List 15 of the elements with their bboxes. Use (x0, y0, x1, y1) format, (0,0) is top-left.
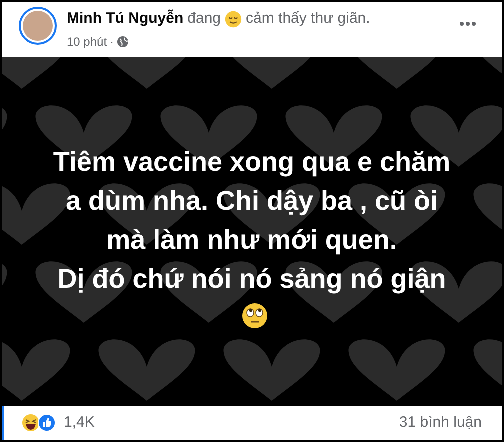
post-text: Tiêm vaccine xong qua e chăm a dùm nha. Chi dậy ba , cũ òi mà làm như mới quen. Dị đó chứ nói nó sảng nó giận (53, 146, 451, 296)
author-name[interactable]: Minh Tú Nguyễn (67, 9, 184, 29)
separator-dot: · (110, 34, 114, 51)
activity-text: cảm thấy thư giãn. (246, 9, 370, 29)
more-options-icon[interactable] (460, 22, 476, 26)
globe-icon (117, 36, 130, 48)
activity-text: đang (188, 9, 222, 29)
post-time[interactable]: 10 phút (67, 33, 108, 51)
thumbs-up-icon (38, 414, 56, 432)
relieved-face-icon (225, 10, 242, 28)
comment-count[interactable]: 31 bình luận (399, 412, 482, 434)
avatar[interactable] (19, 7, 57, 45)
eye-roll-face-icon (242, 302, 268, 328)
reaction-count[interactable]: 1,4K (64, 412, 95, 434)
laughing-face-icon (22, 414, 40, 432)
